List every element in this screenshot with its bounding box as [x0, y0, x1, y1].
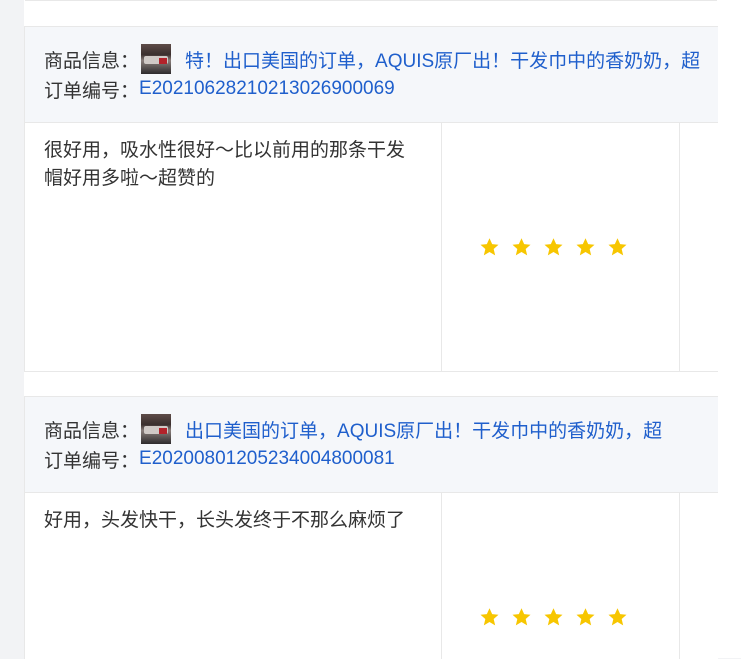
order-number-line: 订单编号： E20200801205234004800081 — [44, 445, 395, 473]
product-thumbnail-image[interactable] — [141, 414, 172, 444]
star-icon — [544, 608, 563, 626]
column-divider — [679, 123, 680, 371]
product-info-line: 商品信息： 出口美国的订单，AQUIS原厂出！干发巾中的香奶奶，超 — [44, 413, 662, 445]
star-icon — [608, 238, 627, 256]
review-comment-text: 好用，头发快干，长头发终于不那么麻烦了 — [44, 510, 406, 531]
star-icon — [576, 238, 595, 256]
rating-stars — [479, 237, 628, 257]
review-card-header: 商品信息： 出口美国的订单，AQUIS原厂出！干发巾中的香奶奶，超 订单编号： … — [25, 397, 718, 493]
product-info-line: 商品信息： 特！出口美国的订单，AQUIS原厂出！干发巾中的香奶奶，超 — [44, 43, 700, 75]
order-number-link[interactable]: E20200801205234004800081 — [139, 448, 395, 470]
order-number-label: 订单编号： — [44, 450, 140, 472]
order-number-label: 订单编号： — [44, 80, 140, 102]
review-card-body: 很好用，吸水性很好～比以前用的那条干发帽好用多啦～超赞的 — [25, 123, 718, 371]
star-icon — [608, 608, 627, 626]
star-icon — [512, 608, 531, 626]
rating-stars — [479, 607, 628, 627]
star-icon — [544, 238, 563, 256]
star-icon — [480, 238, 499, 256]
star-icon — [576, 608, 595, 626]
product-title-link[interactable]: 出口美国的订单，AQUIS原厂出！干发巾中的香奶奶，超 — [185, 416, 662, 443]
previous-row-bottom-border — [25, 0, 717, 1]
review-card: 商品信息： 出口美国的订单，AQUIS原厂出！干发巾中的香奶奶，超 订单编号： … — [24, 396, 718, 659]
product-thumbnail-image[interactable] — [141, 44, 172, 74]
star-icon — [480, 608, 499, 626]
product-info-label: 商品信息： — [44, 50, 140, 72]
order-number-link[interactable]: E20210628210213026900069 — [139, 78, 395, 100]
review-comment-text: 很好用，吸水性很好～比以前用的那条干发帽好用多啦～超赞的 — [44, 140, 406, 189]
review-card-body: 好用，头发快干，长头发终于不那么麻烦了 — [25, 493, 718, 659]
column-divider — [679, 493, 680, 659]
review-card: 商品信息： 特！出口美国的订单，AQUIS原厂出！干发巾中的香奶奶，超 订单编号… — [24, 26, 718, 372]
product-title-link[interactable]: 特！出口美国的订单，AQUIS原厂出！干发巾中的香奶奶，超 — [185, 46, 700, 73]
column-divider — [441, 493, 442, 659]
column-divider — [441, 123, 442, 371]
product-info-label: 商品信息： — [44, 420, 140, 442]
review-card-header: 商品信息： 特！出口美国的订单，AQUIS原厂出！干发巾中的香奶奶，超 订单编号… — [25, 27, 718, 123]
order-number-line: 订单编号： E20210628210213026900069 — [44, 75, 395, 103]
star-icon — [512, 238, 531, 256]
